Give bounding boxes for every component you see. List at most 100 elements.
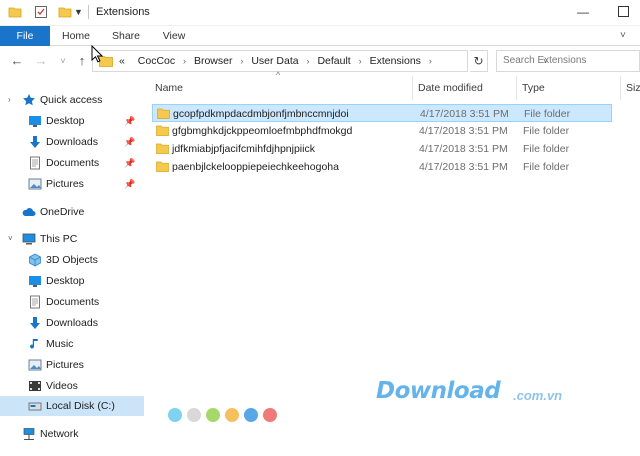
refresh-button[interactable]: ↻ [470, 50, 488, 72]
table-row[interactable]: jdfkmiabjpfjacifcmihfdjhpnjpiick 4/17/20… [152, 140, 612, 158]
watermark-dot [187, 408, 201, 422]
column-header-type[interactable]: Type [517, 76, 621, 100]
breadcrumb-overflow[interactable]: « [119, 55, 125, 67]
file-name: paenbjlckelooppiepeiechkeehogoha [172, 161, 339, 173]
column-header-size[interactable]: Siz [621, 76, 640, 100]
minimize-button[interactable]: — [576, 5, 590, 19]
title-bar: ▼ Extensions — [0, 0, 640, 26]
sidebar-item-label: This PC [40, 233, 78, 245]
sidebar-item-documents[interactable]: Documents 📌 [0, 153, 144, 173]
folder-icon [156, 125, 169, 136]
tab-view[interactable]: View [152, 26, 196, 46]
sidebar-item-downloads[interactable]: Downloads [0, 313, 144, 333]
address-bar[interactable]: « CocCoc › Browser › User Data › Default… [92, 50, 548, 72]
properties-icon[interactable] [34, 5, 48, 19]
folder-icon [157, 108, 170, 119]
mouse-cursor-icon [91, 45, 103, 63]
window-title: Extensions [96, 6, 150, 18]
sidebar-item-music[interactable]: Music [0, 334, 144, 354]
tab-home[interactable]: Home [52, 26, 100, 46]
folder-icon [156, 161, 169, 172]
breadcrumb-item-user-data[interactable]: User Data [251, 55, 298, 67]
file-date: 4/17/2018 3:51 PM [419, 161, 508, 173]
sidebar-item-pictures[interactable]: Pictures 📌 [0, 174, 144, 194]
computer-icon [22, 233, 36, 245]
sidebar-item-label: 3D Objects [46, 254, 98, 266]
sidebar-item-pictures[interactable]: Pictures [0, 355, 144, 375]
sidebar-item-local-disk[interactable]: Local Disk (C:) [0, 396, 144, 416]
table-row[interactable]: paenbjlckelooppiepeiechkeehogoha 4/17/20… [152, 158, 612, 176]
pin-icon[interactable]: 📌 [124, 174, 135, 194]
pin-icon[interactable]: 📌 [124, 111, 135, 131]
forward-button[interactable]: → [33, 53, 49, 69]
column-header-date-modified[interactable]: Date modified [413, 76, 517, 100]
chevron-right-icon[interactable]: › [359, 56, 362, 66]
column-header-name[interactable]: Name [150, 76, 413, 100]
sidebar-item-label: Pictures [46, 359, 84, 371]
sidebar-item-label: Local Disk (C:) [46, 400, 115, 412]
expand-icon[interactable]: ˅ [8, 229, 13, 249]
documents-icon [30, 295, 40, 309]
breadcrumb-item-extensions[interactable]: Extensions [370, 55, 421, 67]
pictures-icon [28, 359, 42, 371]
pin-icon[interactable]: 📌 [124, 153, 135, 173]
chevron-right-icon[interactable]: › [307, 56, 310, 66]
sidebar-item-label: Downloads [46, 317, 98, 329]
expand-ribbon-icon[interactable]: ˅ [620, 30, 626, 41]
sidebar-item-documents[interactable]: Documents [0, 292, 144, 312]
watermark-logo: Download [376, 378, 501, 404]
search-input[interactable]: Search Extensions [496, 50, 640, 72]
breadcrumb-item-browser[interactable]: Browser [194, 55, 233, 67]
tab-share[interactable]: Share [104, 26, 148, 46]
pictures-icon [28, 178, 42, 190]
new-folder-icon[interactable] [58, 5, 72, 19]
sidebar-item-network[interactable]: Network [0, 424, 144, 444]
sidebar-item-downloads[interactable]: Downloads 📌 [0, 132, 144, 152]
back-button[interactable]: ← [9, 53, 25, 69]
sidebar-item-onedrive[interactable]: OneDrive [0, 202, 144, 222]
file-date: 4/17/2018 3:51 PM [419, 125, 508, 137]
table-row[interactable]: gcopfpdkmpdacdmbjonfjmbnccmnjdoi 4/17/20… [152, 104, 612, 122]
sidebar-item-3d-objects[interactable]: 3D Objects [0, 250, 144, 270]
file-type: File folder [523, 161, 570, 173]
breadcrumb: « CocCoc › Browser › User Data › Default… [119, 51, 437, 71]
sidebar-item-quick-access[interactable]: › Quick access [0, 90, 144, 110]
expand-icon[interactable]: › [8, 90, 11, 110]
folder-icon[interactable] [8, 5, 22, 19]
chevron-right-icon[interactable]: › [429, 56, 432, 66]
sidebar-item-desktop[interactable]: Desktop 📌 [0, 111, 144, 131]
documents-icon [30, 156, 40, 170]
sidebar-item-this-pc[interactable]: ˅ This PC [0, 229, 144, 249]
watermark-dot [244, 408, 258, 422]
3d-objects-icon [29, 253, 41, 267]
sidebar-item-videos[interactable]: Videos [0, 376, 144, 396]
breadcrumb-item-default[interactable]: Default [317, 55, 350, 67]
desktop-icon [29, 276, 41, 287]
maximize-button[interactable] [618, 6, 629, 17]
sidebar-item-label: Pictures [46, 178, 84, 190]
cloud-icon [22, 208, 36, 216]
sidebar-item-label: Desktop [46, 115, 85, 127]
up-button[interactable]: ↑ [74, 53, 90, 69]
sidebar-item-label: Desktop [46, 275, 85, 287]
pin-icon[interactable]: 📌 [124, 132, 135, 152]
table-row[interactable]: gfgbmghkdjckppeomloefmbphdfmokgd 4/17/20… [152, 122, 612, 140]
sidebar-item-desktop[interactable]: Desktop [0, 271, 144, 291]
customize-toolbar-icon[interactable]: ▼ [74, 7, 88, 21]
chevron-right-icon[interactable]: › [183, 56, 186, 66]
breadcrumb-item-coccoc[interactable]: CocCoc [138, 55, 175, 67]
sidebar-item-label: Music [46, 338, 74, 350]
chevron-right-icon[interactable]: › [240, 56, 243, 66]
music-icon [30, 339, 38, 349]
file-type: File folder [523, 125, 570, 137]
file-date: 4/17/2018 3:51 PM [419, 143, 508, 155]
network-icon [23, 428, 35, 440]
recent-locations-icon[interactable]: ˅ [55, 53, 71, 69]
sidebar-item-label: Network [40, 428, 79, 440]
local-disk-icon [28, 402, 42, 411]
sidebar-item-label: Documents [46, 157, 100, 169]
tab-file[interactable]: File [0, 26, 50, 46]
sidebar-item-label: Quick access [40, 94, 103, 106]
watermark-dot [206, 408, 220, 422]
ribbon-tabs: File Home Share View ˅ [0, 26, 640, 46]
